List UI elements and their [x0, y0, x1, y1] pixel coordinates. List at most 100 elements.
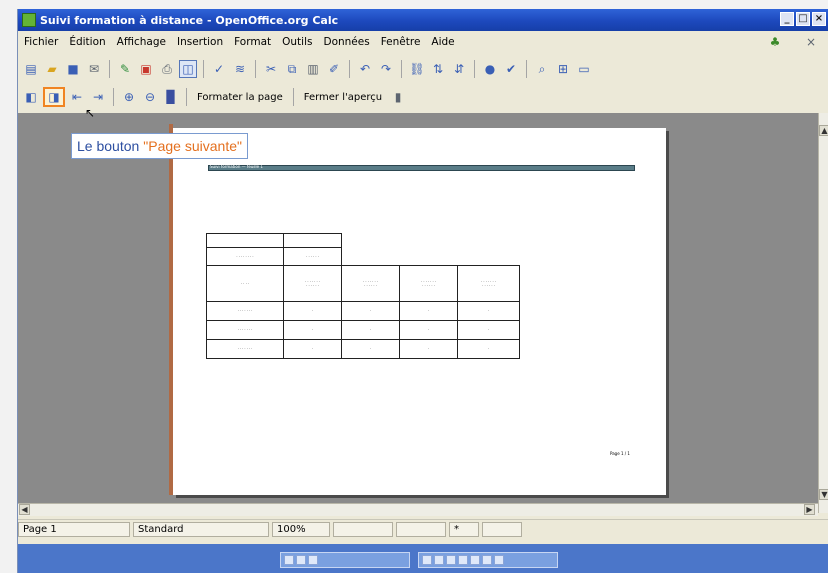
navigator-icon[interactable]: ✔: [502, 60, 520, 78]
close-button[interactable]: ×: [812, 12, 826, 26]
table-cell: ·: [399, 320, 458, 340]
save-icon[interactable]: ■: [64, 60, 82, 78]
tooltip-highlight: "Page suivante": [143, 138, 242, 154]
table-cell: ·: [399, 339, 458, 359]
table-cell: [283, 233, 342, 248]
menu-affichage[interactable]: Affichage: [117, 36, 166, 48]
new-icon[interactable]: ▤: [22, 60, 40, 78]
preview-icon[interactable]: ◫: [179, 60, 197, 78]
zoom-in-icon[interactable]: ⊕: [120, 88, 138, 106]
title-bar: Suivi formation à distance - OpenOffice.…: [18, 9, 828, 31]
table-cell: ·: [399, 301, 458, 321]
menu-format[interactable]: Format: [234, 36, 271, 48]
toolbar-separator: [186, 88, 187, 106]
undo-icon[interactable]: ↶: [356, 60, 374, 78]
app-window: Suivi formation à distance - OpenOffice.…: [17, 9, 828, 573]
next-page-tooltip: Le bouton "Page suivante": [71, 133, 248, 159]
status-digital-signature: [482, 521, 522, 537]
status-zoom[interactable]: 100%: [272, 521, 330, 537]
toolbar-separator: [292, 88, 294, 106]
maximize-button[interactable]: □: [796, 12, 810, 26]
first-page-icon[interactable]: ⇤: [68, 88, 86, 106]
status-insert-mode[interactable]: [333, 521, 393, 537]
menu-donnees[interactable]: Données: [323, 36, 369, 48]
table-cell: ·: [457, 320, 520, 340]
standard-toolbar: ▤ ▰ ■ ✉ ✎ ▣ ⎙ ◫ ✓ ≋ ✂ ⧉ ▥ ✐ ↶ ↷ ⛓ ⇅ ⇵ ● …: [18, 56, 828, 82]
table-cell: ·: [283, 339, 342, 359]
copy-icon[interactable]: ⧉: [283, 60, 301, 78]
table-cell: · · · · · · · · · · · · ·: [457, 265, 520, 302]
toolbar-separator: [349, 60, 350, 78]
mouse-cursor-icon: ↖: [85, 106, 96, 120]
taskbar-button[interactable]: [280, 552, 410, 568]
menu-insertion[interactable]: Insertion: [177, 36, 223, 48]
menu-bar: Fichier Édition Affichage Insertion Form…: [18, 33, 828, 51]
status-selection-mode[interactable]: [396, 521, 446, 537]
find-icon[interactable]: ⌕: [533, 60, 551, 78]
menu-aide[interactable]: Aide: [431, 36, 454, 48]
autospell-icon[interactable]: ≋: [231, 60, 249, 78]
last-page-icon[interactable]: ⇥: [89, 88, 107, 106]
horizontal-scrollbar[interactable]: ◀ ▶: [18, 503, 818, 516]
minimize-button[interactable]: _: [780, 12, 794, 26]
menu-outils[interactable]: Outils: [282, 36, 312, 48]
taskbar-button[interactable]: [418, 552, 558, 568]
cut-icon[interactable]: ✂: [262, 60, 280, 78]
table-cell: ·: [341, 339, 400, 359]
open-icon[interactable]: ▰: [43, 60, 61, 78]
toolbar-separator: [203, 60, 204, 78]
chart-icon[interactable]: ●: [481, 60, 499, 78]
table-cell: ·: [457, 339, 520, 359]
toolbar-separator: [113, 88, 114, 106]
sort-descending-icon[interactable]: ⇵: [450, 60, 468, 78]
table-cell: ·: [283, 301, 342, 321]
print-icon[interactable]: ⎙: [158, 60, 176, 78]
datasource-icon[interactable]: ▭: [575, 60, 593, 78]
preview-page: Suivi formation — feuille 1 · · · · · · …: [169, 124, 666, 495]
toolbar-separator: [109, 60, 110, 78]
spellcheck-icon[interactable]: ✓: [210, 60, 228, 78]
toolbar-separator: [526, 60, 527, 78]
table-cell: · · · · · · · ·: [206, 247, 284, 266]
menu-edition[interactable]: Édition: [69, 36, 105, 48]
help-agent-icon[interactable]: ♣: [766, 33, 784, 51]
status-bar: Page 1 Standard 100% *: [18, 519, 828, 538]
mail-icon[interactable]: ✉: [85, 60, 103, 78]
table-cell: ·: [341, 301, 400, 321]
hyperlink-icon[interactable]: ⛓: [408, 60, 426, 78]
scroll-up-icon[interactable]: ▲: [819, 125, 828, 136]
previous-page-icon[interactable]: ◧: [22, 88, 40, 106]
vertical-scrollbar[interactable]: ▲ ▼: [818, 113, 828, 513]
table-cell: · · · · · · · · · · · · ·: [341, 265, 400, 302]
preview-table: · · · · · · · · · · · · · · · · · · · · · …: [206, 233, 520, 359]
paste-icon[interactable]: ▥: [304, 60, 322, 78]
sort-ascending-icon[interactable]: ⇅: [429, 60, 447, 78]
menu-fichier[interactable]: Fichier: [24, 36, 58, 48]
table-cell: · · · · · · · · · · · · ·: [399, 265, 458, 302]
edit-file-icon[interactable]: ✎: [116, 60, 134, 78]
format-page-button[interactable]: Formater la page: [193, 92, 287, 103]
close-preview-button[interactable]: Fermer l'aperçu: [300, 92, 386, 103]
redo-icon[interactable]: ↷: [377, 60, 395, 78]
page-header-bar: [208, 165, 635, 171]
toolbar-separator: [255, 60, 256, 78]
pdf-icon[interactable]: ▣: [137, 60, 155, 78]
page-preview-toolbar: ◧ ◨ ⇤ ⇥ ⊕ ⊖ ▉ Formater la page Fermer l'…: [18, 85, 828, 109]
next-page-icon[interactable]: ◨: [43, 87, 65, 107]
menu-fenetre[interactable]: Fenêtre: [381, 36, 421, 48]
calc-app-icon: [22, 13, 36, 27]
table-cell: ·: [457, 301, 520, 321]
scroll-right-icon[interactable]: ▶: [804, 504, 815, 515]
zoom-out-icon[interactable]: ⊖: [141, 88, 159, 106]
table-cell: · · · · · · ·: [206, 339, 284, 359]
toolbar-separator: [401, 60, 402, 78]
format-paintbrush-icon[interactable]: ✐: [325, 60, 343, 78]
fullscreen-icon[interactable]: ▉: [162, 88, 180, 106]
toolbar-options-icon[interactable]: ▮: [389, 88, 407, 106]
toolbar-separator: [474, 60, 475, 78]
gallery-icon[interactable]: ⊞: [554, 60, 572, 78]
scroll-down-icon[interactable]: ▼: [819, 489, 828, 500]
scroll-left-icon[interactable]: ◀: [19, 504, 30, 515]
close-document-icon[interactable]: ×: [802, 33, 820, 51]
page-footer-text: Page 1 / 1: [610, 451, 630, 456]
